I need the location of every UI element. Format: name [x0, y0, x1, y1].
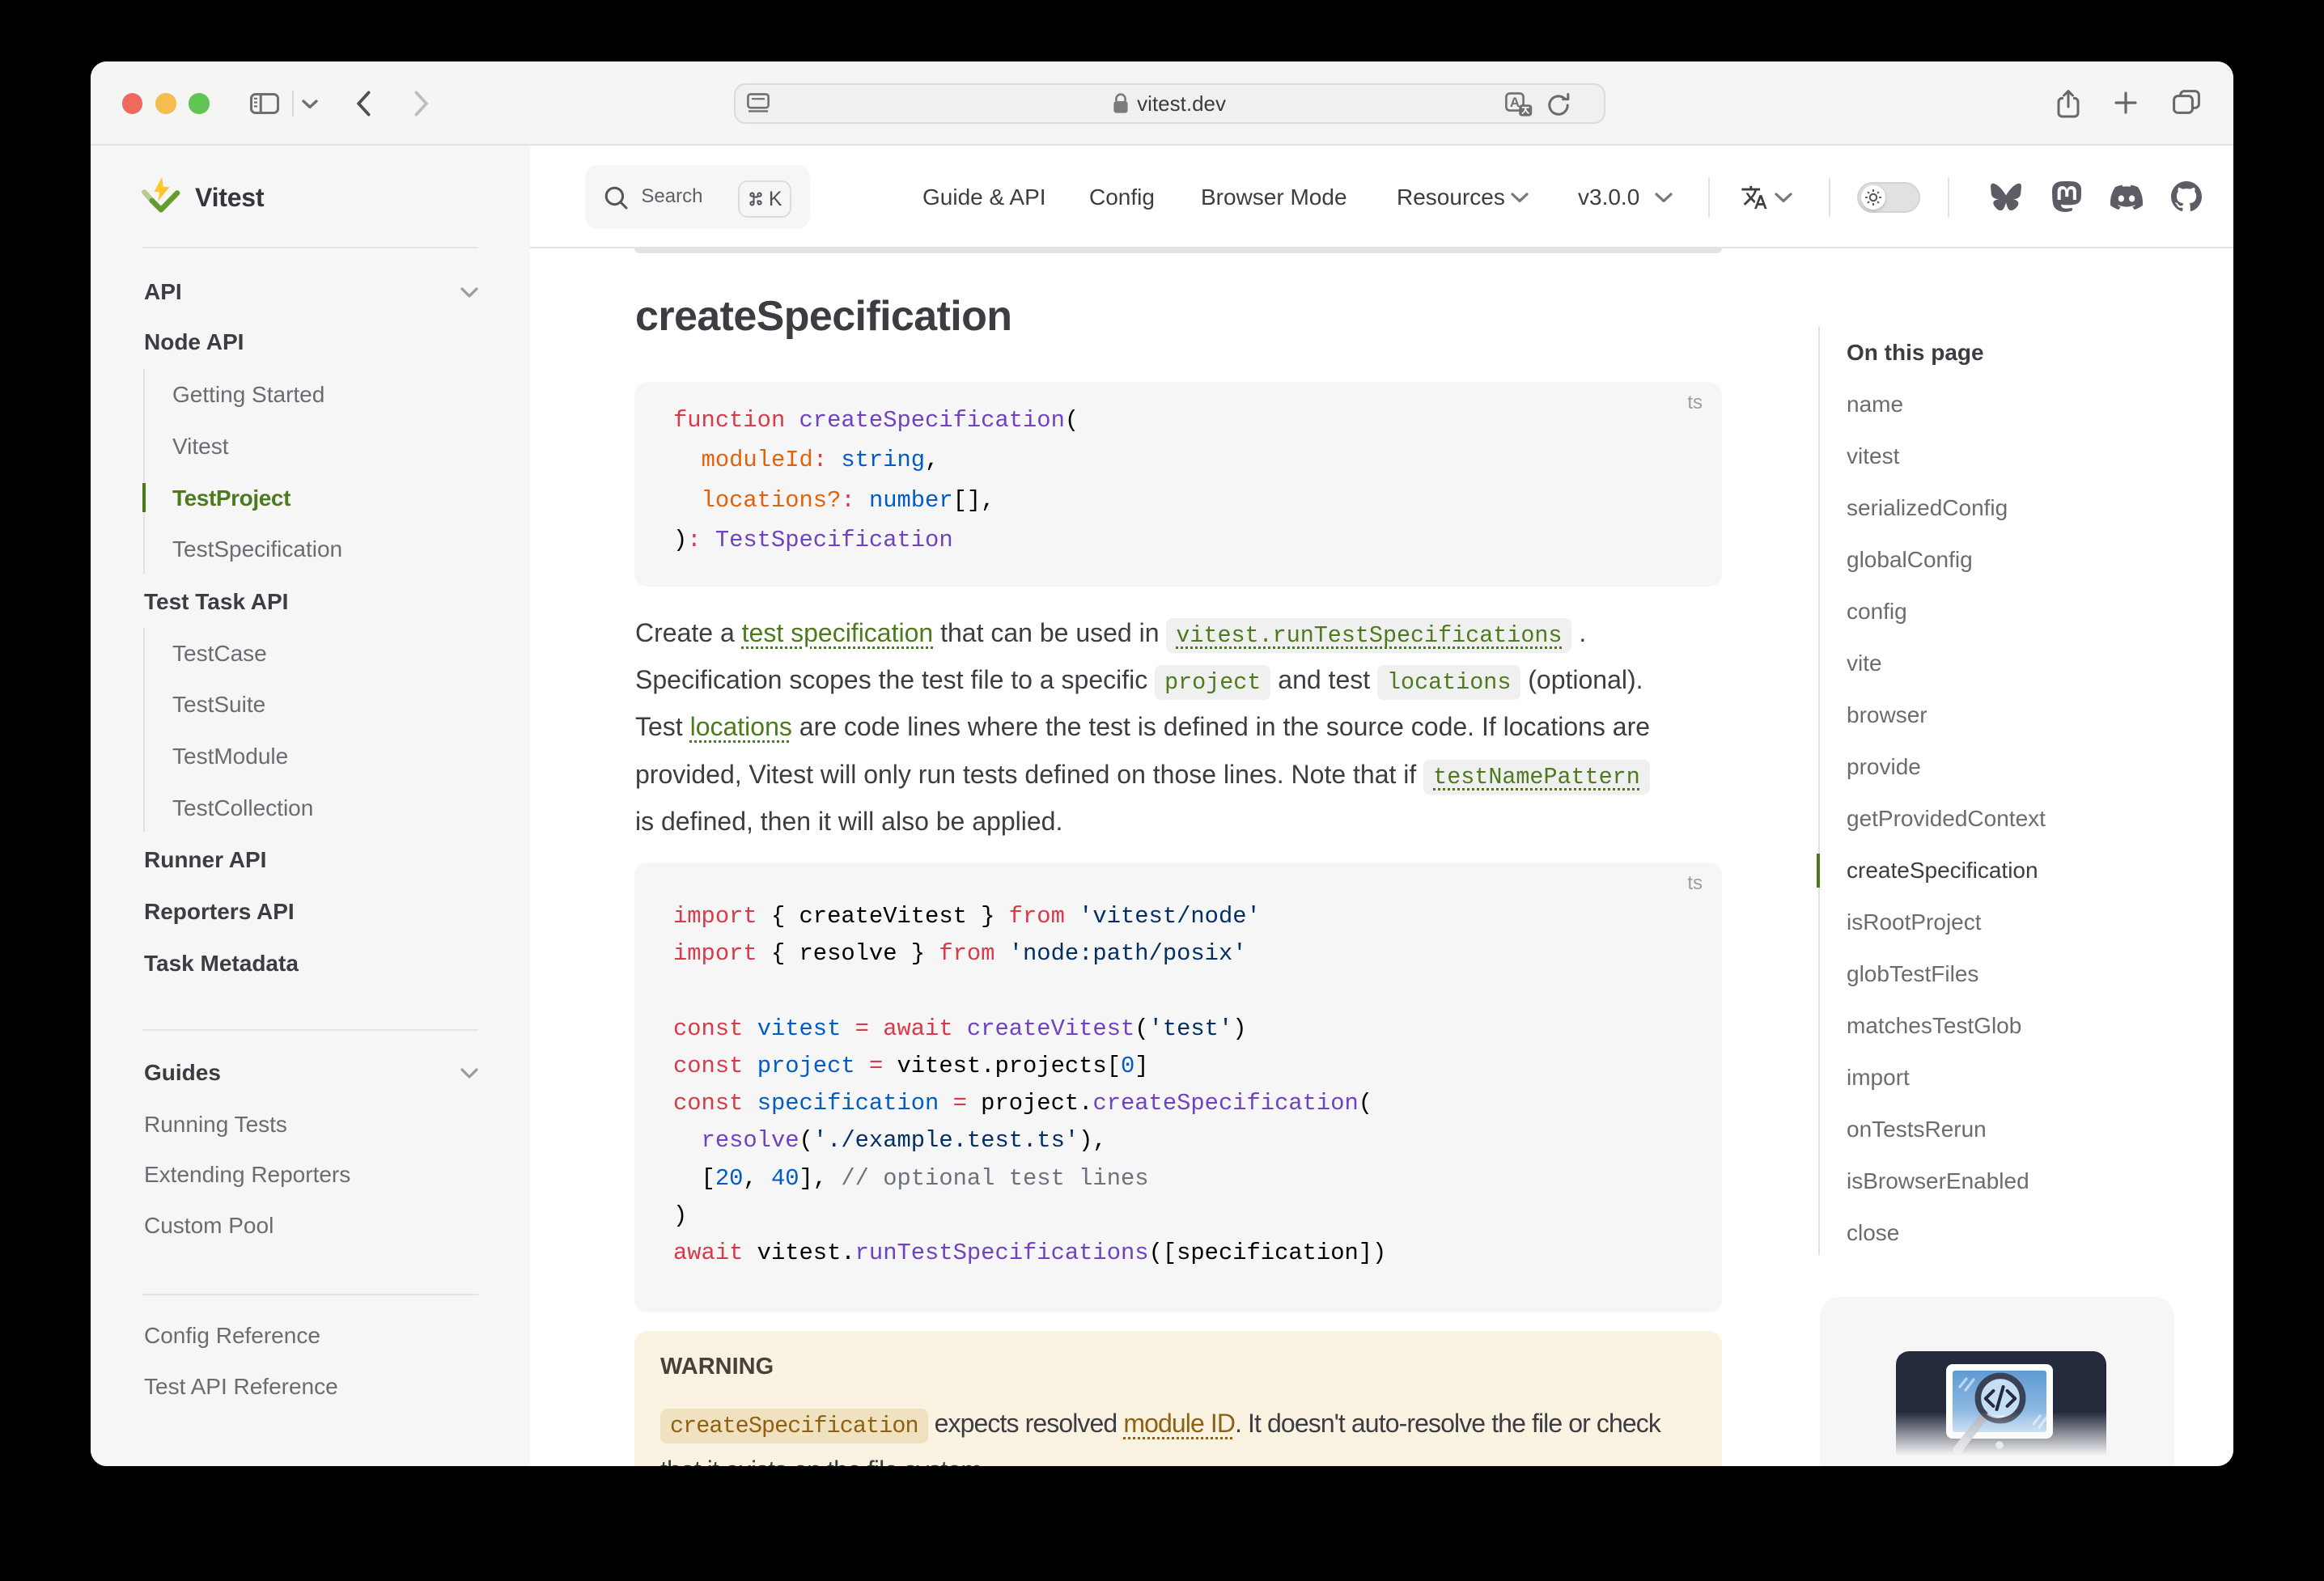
- svg-text:A: A: [1509, 95, 1519, 110]
